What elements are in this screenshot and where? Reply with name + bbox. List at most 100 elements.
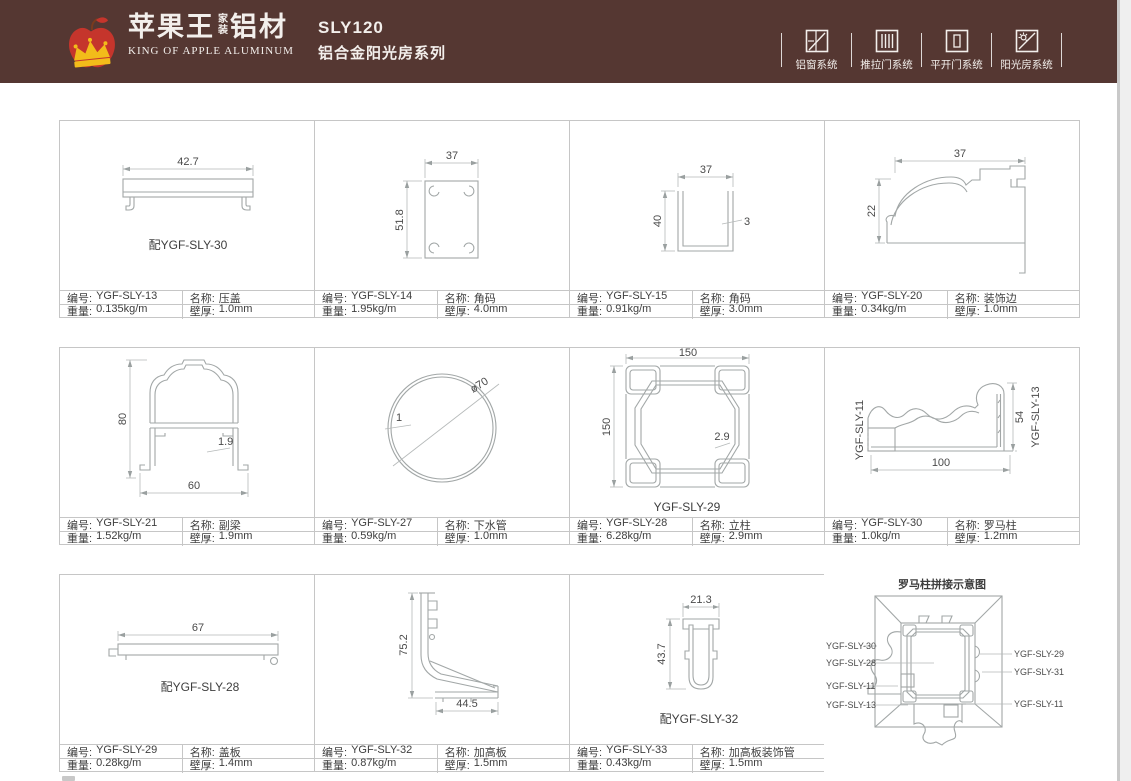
casement-door-system-icon (945, 29, 969, 53)
sunroom-system-icon (1015, 29, 1039, 53)
assembly-label: YGF-SLY-11 (826, 681, 875, 691)
profile-drawing-ygf-sly-28: 150 150 2.9 YGF-SLY-29 (570, 348, 824, 519)
spec-thickness: 1.4mm (219, 757, 253, 773)
dim-label: YGF-SLY-13 (1030, 386, 1042, 447)
spec-thickness: 1.0mm (219, 303, 253, 319)
dim-label: 75.2 (398, 634, 410, 655)
spec-thickness: 1.0mm (984, 303, 1018, 319)
spec-thickness: 1.9mm (219, 530, 253, 546)
spec-thickness: 4.0mm (474, 303, 508, 319)
dim-label: 21.3 (690, 594, 711, 606)
assembly-title: 罗马柱拼接示意图 (898, 577, 986, 591)
spec-thickness: 1.5mm (474, 757, 508, 773)
nav-window-system[interactable]: 铝窗系统 (783, 29, 850, 72)
brand-name-cn: 苹果王 (128, 12, 215, 42)
profile-drawing-ygf-sly-32: 75.2 44.5 (315, 575, 569, 746)
product-cell-ygf-sly-28: 150 150 2.9 YGF-SLY-29 编号:YGF-SLY-28 (569, 347, 825, 545)
spec-weight: 6.28kg/m (606, 530, 651, 546)
profile-drawing-ygf-sly-33: 21.3 43.7 配YGF-SLY-32 (570, 575, 824, 746)
apple-crown-logo-icon (62, 12, 120, 72)
divider (851, 33, 852, 67)
assembly-label: YGF-SLY-11 (1014, 699, 1063, 709)
spec-table: 编号:YGF-SLY-15 名称:角码 重量:0.91kg/m 壁厚:3.0mm (570, 290, 824, 317)
product-cell-ygf-sly-29: 67 配YGF-SLY-28 编号:YGF-SLY-29 名称:盖板 重量:0.… (59, 574, 315, 772)
profile-drawing-ygf-sly-20: 37 22 (825, 121, 1079, 292)
spec-thickness: 1.2mm (984, 530, 1018, 546)
product-cell-ygf-sly-14: 37 51.8 编号:YGF-SLY-14 名称:角码 重量:1.95kg/m … (314, 120, 570, 318)
spec-table: 编号:YGF-SLY-30 名称:罗马柱 重量:1.0kg/m 壁厚:1.2mm (825, 517, 1079, 544)
assembly-diagram-cell: 罗马柱拼接示意图 YGF-SLY-30 YGF-SLY (824, 574, 1080, 772)
dim-label: 150 (679, 348, 697, 359)
product-cell-ygf-sly-32: 75.2 44.5 编号:YGF-SLY-32 名称:加高板 重量:0.87kg… (314, 574, 570, 772)
spec-table: 编号:YGF-SLY-20 名称:装饰边 重量:0.34kg/m 壁厚:1.0m… (825, 290, 1079, 317)
product-cell-ygf-sly-13: 42.7 配YGF-SLY-30 编号:YGF-SLY-13 名称:压盖 重量:… (59, 120, 315, 318)
profile-drawing-ygf-sly-27: ø70 1 (315, 348, 569, 519)
dim-label: 54 (1014, 411, 1026, 423)
brand-logo-text: 苹果王 家 装 铝材 KING OF APPLE ALUMINUM (128, 12, 294, 57)
spec-table: 编号:YGF-SLY-13 名称:压盖 重量:0.135kg/m 壁厚:1.0m… (60, 290, 314, 317)
divider (921, 33, 922, 67)
profile-drawing-ygf-sly-15: 37 40 3 (570, 121, 824, 292)
profile-drawing-ygf-sly-29: 67 配YGF-SLY-28 (60, 575, 314, 746)
page-number-cutoff (62, 776, 75, 781)
drawing-caption: YGF-SLY-29 (654, 500, 721, 514)
spec-weight: 1.95kg/m (351, 303, 396, 319)
spec-table: 编号:YGF-SLY-27 名称:下水管 重量:0.59kg/m 壁厚:1.0m… (315, 517, 569, 544)
product-cell-ygf-sly-27: ø70 1 编号:YGF-SLY-27 名称:下水管 重量:0.59kg/m 壁… (314, 347, 570, 545)
spec-thickness: 2.9mm (729, 530, 763, 546)
spec-weight: 0.87kg/m (351, 757, 396, 773)
nav-casement-door-system[interactable]: 平开门系统 (923, 29, 990, 72)
divider (991, 33, 992, 67)
drawing-caption: 配YGF-SLY-28 (161, 680, 240, 694)
spec-weight: 0.34kg/m (861, 303, 906, 319)
dim-label: 1.9 (218, 436, 233, 448)
assembly-label: YGF-SLY-29 (1014, 649, 1064, 659)
dim-label: 67 (192, 622, 204, 634)
nav-sunroom-system[interactable]: 阳光房系统 (993, 29, 1060, 72)
brand-logo: 苹果王 家 装 铝材 KING OF APPLE ALUMINUM (62, 12, 294, 72)
profile-drawing-ygf-sly-14: 37 51.8 (315, 121, 569, 292)
spec-table: 编号:YGF-SLY-28 名称:立柱 重量:6.28kg/m 壁厚:2.9mm (570, 517, 824, 544)
spec-table: 编号:YGF-SLY-29 名称:盖板 重量:0.28kg/m 壁厚:1.4mm (60, 744, 314, 771)
spec-weight: 1.52kg/m (96, 530, 141, 546)
spec-thickness: 1.5mm (729, 757, 763, 773)
spec-weight: 0.43kg/m (606, 757, 651, 773)
brand-tag-cn: 家 装 (218, 14, 228, 36)
dim-label: 1 (396, 412, 402, 424)
assembly-label: YGF-SLY-31 (1014, 667, 1064, 677)
profile-drawing-ygf-sly-21: 80 1.9 60 (60, 348, 314, 519)
spec-weight: 0.91kg/m (606, 303, 651, 319)
dim-label: 100 (932, 457, 950, 469)
spec-weight: 1.0kg/m (861, 530, 900, 546)
drawing-caption: 配YGF-SLY-32 (660, 712, 739, 726)
dim-label: 150 (601, 418, 613, 436)
spec-table: 编号:YGF-SLY-14 名称:角码 重量:1.95kg/m 壁厚:4.0mm (315, 290, 569, 317)
page-edge-shadow (1117, 0, 1131, 781)
catalog-page: 苹果王 家 装 铝材 KING OF APPLE ALUMINUM SLY120… (0, 0, 1131, 781)
dim-label: 51.8 (394, 209, 406, 230)
product-cell-ygf-sly-30: YGF-SLY-11 54 YGF-SLY-13 100 编号:YGF-SLY-… (824, 347, 1080, 545)
dim-label: 37 (954, 148, 966, 160)
product-cell-ygf-sly-15: 37 40 3 编号:YGF-SLY-15 名称:角码 重量:0.91kg/m … (569, 120, 825, 318)
series-code: SLY120 (318, 18, 446, 38)
spec-table: 编号:YGF-SLY-32 名称:加高板 重量:0.87kg/m 壁厚:1.5m… (315, 744, 569, 771)
divider (1061, 33, 1062, 67)
product-cell-ygf-sly-21: 80 1.9 60 编号:YGF-SLY-21 名称:副梁 重量:1.52kg/… (59, 347, 315, 545)
brand-suffix-cn: 铝材 (230, 12, 288, 42)
dim-label: 2.9 (714, 431, 729, 443)
profile-drawing-ygf-sly-13: 42.7 配YGF-SLY-30 (60, 121, 314, 292)
spec-weight: 0.28kg/m (96, 757, 141, 773)
dim-label: 43.7 (656, 643, 668, 664)
sliding-door-system-icon (875, 29, 899, 53)
nav-sliding-door-system[interactable]: 推拉门系统 (853, 29, 920, 72)
dim-label: 22 (866, 205, 878, 217)
dim-label: 42.7 (177, 156, 198, 168)
brand-name-en: KING OF APPLE ALUMINUM (128, 45, 294, 57)
dim-label: 37 (700, 164, 712, 176)
dim-label: 40 (652, 215, 664, 227)
system-nav: 铝窗系统 推拉门系统 平开门系统 (780, 30, 1063, 70)
spec-weight: 0.59kg/m (351, 530, 396, 546)
assembly-label: YGF-SLY-30 (826, 641, 876, 651)
spec-thickness: 1.0mm (474, 530, 508, 546)
dim-label: 3 (744, 216, 750, 228)
